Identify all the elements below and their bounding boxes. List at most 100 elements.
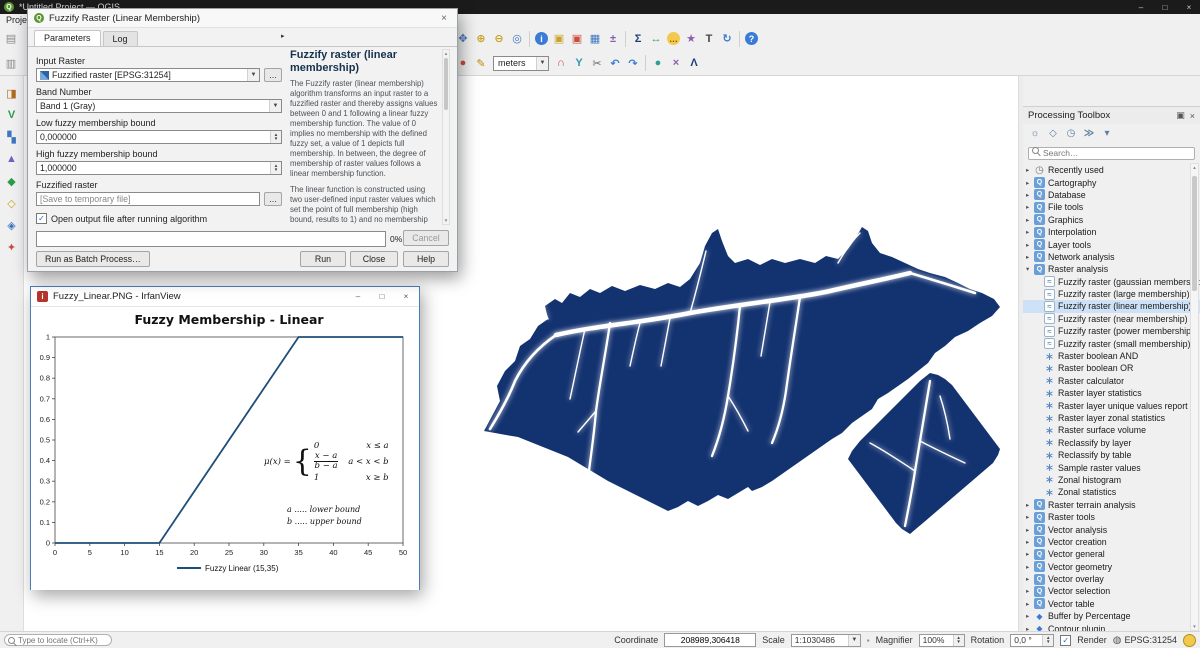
band-combo[interactable]: Band 1 (Gray) ▼ (36, 99, 282, 113)
identify-features-icon[interactable]: i (535, 32, 548, 45)
open-project-icon[interactable]: ▥ (2, 54, 20, 72)
toolbox-scrollbar[interactable]: ▲ ▼ (1190, 163, 1199, 631)
maximize-button[interactable]: □ (375, 292, 389, 301)
new-shapefile-layer-icon[interactable]: ◇ (3, 194, 21, 212)
messages-icon[interactable] (1183, 634, 1196, 647)
undo-icon[interactable]: ↶ (606, 54, 624, 72)
scrollbar-thumb[interactable] (1192, 176, 1197, 291)
zoom-in-icon[interactable]: ⊕ (472, 30, 490, 48)
toolbox-wrench-icon[interactable]: ☼ (1028, 126, 1042, 140)
high-bound-spin[interactable]: 1,000000 ▲▼ (36, 161, 282, 175)
crs-button[interactable]: ◍ EPSG:31254 (1113, 635, 1177, 646)
toolbox-group-interpolation[interactable]: ▸QInterpolation (1023, 226, 1200, 238)
style-manager-icon[interactable]: ✦ (3, 238, 21, 256)
lock-scale-icon[interactable]: ▪ (867, 636, 870, 645)
toolbox-group-vector-analysis[interactable]: ▸QVector analysis (1023, 523, 1200, 535)
help-button[interactable]: Help (403, 251, 449, 267)
toolbox-algorithm-raster-layer-zonal-statistics[interactable]: ∗Raster layer zonal statistics (1023, 412, 1200, 424)
snapping-icon[interactable]: ∩ (552, 54, 570, 72)
new-bookmark-icon[interactable]: ★ (682, 30, 700, 48)
toolbox-algorithm-raster-calculator[interactable]: ∗Raster calculator (1023, 375, 1200, 387)
toolbox-search-input[interactable] (1028, 147, 1195, 160)
tab-log[interactable]: Log (103, 31, 138, 46)
toolbox-algorithm-raster-boolean-or[interactable]: ∗Raster boolean OR (1023, 362, 1200, 374)
digitize-circle-icon[interactable]: ● (649, 54, 667, 72)
refresh-map-icon[interactable]: ↻ (718, 30, 736, 48)
panel-float-icon[interactable]: ▣ (1176, 110, 1185, 121)
locate-input[interactable] (4, 634, 112, 646)
dialog-close-icon[interactable]: × (437, 13, 451, 24)
new-geopackage-layer-icon[interactable]: ◆ (3, 172, 21, 190)
toolbox-algorithm-raster-boolean-and[interactable]: ∗Raster boolean AND (1023, 350, 1200, 362)
help-scrollbar[interactable]: ▲ ▼ (442, 49, 450, 225)
toolbox-group-buffer-by-percentage[interactable]: ▸◆Buffer by Percentage (1023, 610, 1200, 622)
toolbox-algorithm-raster-layer-statistics[interactable]: ∗Raster layer statistics (1023, 387, 1200, 399)
toolbox-history-icon[interactable]: ◷ (1064, 126, 1078, 140)
new-vector-layer-icon[interactable]: V (3, 106, 21, 124)
toolbox-group-file-tools[interactable]: ▸QFile tools (1023, 201, 1200, 213)
magnifier-spin[interactable]: 100% ▲▼ (919, 634, 965, 647)
toolbox-group-raster-tools[interactable]: ▸QRaster tools (1023, 511, 1200, 523)
toolbox-group-raster-analysis[interactable]: ▾QRaster analysis (1023, 263, 1200, 275)
data-source-manager-icon[interactable]: ◨ (3, 84, 21, 102)
vertex-tool-icon[interactable]: Y (570, 54, 588, 72)
toolbox-algorithm-fuzzify-raster-power-membership[interactable]: ≈Fuzzify raster (power membership) (1023, 325, 1200, 337)
toolbox-algorithm-reclassify-by-layer[interactable]: ∗Reclassify by layer (1023, 437, 1200, 449)
rotation-spin[interactable]: 0,0 ° ▲▼ (1010, 634, 1054, 647)
toolbox-group-vector-selection[interactable]: ▸QVector selection (1023, 585, 1200, 597)
open-output-checkbox[interactable]: ✓ (36, 213, 47, 224)
low-bound-spin[interactable]: 0,000000 ▲▼ (36, 130, 282, 144)
toolbox-group-database[interactable]: ▸QDatabase (1023, 189, 1200, 201)
scroll-up-icon[interactable]: ▲ (443, 51, 449, 56)
open-attribute-table-icon[interactable]: ▦ (586, 30, 604, 48)
toolbox-algorithm-fuzzify-raster-linear-membership[interactable]: ≈Fuzzify raster (linear membership) (1023, 300, 1200, 312)
new-raster-layer-icon[interactable]: ▚ (3, 128, 21, 146)
maximize-button[interactable]: □ (1158, 3, 1172, 12)
select-features-icon[interactable]: ▣ (550, 30, 568, 48)
input-raster-browse-button[interactable]: … (264, 68, 282, 82)
toolbox-group-raster-terrain-analysis[interactable]: ▸QRaster terrain analysis (1023, 499, 1200, 511)
deselect-features-icon[interactable]: ▣ (568, 30, 586, 48)
tab-parameters[interactable]: Parameters (34, 30, 101, 46)
toolbox-algorithm-zonal-statistics[interactable]: ∗Zonal statistics (1023, 486, 1200, 498)
spinner-arrows[interactable]: ▲▼ (953, 635, 964, 646)
render-checkbox[interactable]: ✓ (1060, 635, 1071, 646)
redo-icon[interactable]: ↷ (624, 54, 642, 72)
toolbox-group-layer-tools[interactable]: ▸QLayer tools (1023, 238, 1200, 250)
toolbox-group-vector-general[interactable]: ▸QVector general (1023, 548, 1200, 560)
toolbox-algorithm-reclassify-by-table[interactable]: ∗Reclassify by table (1023, 449, 1200, 461)
toolbox-group-recently-used[interactable]: ▸◷Recently used (1023, 164, 1200, 176)
map-tips-icon[interactable]: … (667, 32, 680, 45)
toolbox-algorithm-zonal-histogram[interactable]: ∗Zonal histogram (1023, 474, 1200, 486)
toolbox-options-icon[interactable]: ▾ (1100, 126, 1114, 140)
new-project-icon[interactable]: ▤ (2, 30, 20, 48)
run-button[interactable]: Run (300, 251, 346, 267)
toggle-editing-icon[interactable]: ✎ (472, 54, 490, 72)
toolbox-group-network-analysis[interactable]: ▸QNetwork analysis (1023, 251, 1200, 263)
minimize-button[interactable]: – (351, 292, 365, 301)
coordinate-input[interactable] (664, 633, 756, 647)
help-collapse-icon[interactable]: ▸ (281, 32, 285, 40)
new-virtual-layer-icon[interactable]: ◈ (3, 216, 21, 234)
cancel-button[interactable]: Cancel (403, 230, 449, 246)
toolbox-group-graphics[interactable]: ▸QGraphics (1023, 214, 1200, 226)
toolbox-algorithm-fuzzify-raster-large-membership[interactable]: ≈Fuzzify raster (large membership) (1023, 288, 1200, 300)
profile-tool-icon[interactable]: Λ (685, 54, 703, 72)
scroll-up-icon[interactable]: ▲ (1191, 165, 1198, 170)
help-icon[interactable]: ? (745, 32, 758, 45)
new-mesh-layer-icon[interactable]: ▲ (3, 150, 21, 168)
field-calculator-icon[interactable]: ± (604, 30, 622, 48)
measure-icon[interactable]: ↔ (647, 30, 665, 48)
zoom-full-icon[interactable]: ◎ (508, 30, 526, 48)
panel-close-icon[interactable]: × (1190, 111, 1195, 121)
toolbox-group-vector-overlay[interactable]: ▸QVector overlay (1023, 573, 1200, 585)
toolbox-models-icon[interactable]: ◇ (1046, 126, 1060, 140)
close-button[interactable]: × (1182, 3, 1196, 12)
toolbox-group-vector-geometry[interactable]: ▸QVector geometry (1023, 561, 1200, 573)
units-combo[interactable]: meters ▼ (493, 56, 549, 71)
spinner-arrows[interactable]: ▲▼ (270, 162, 281, 174)
spinner-arrows[interactable]: ▲▼ (270, 131, 281, 143)
toolbox-algorithm-raster-layer-unique-values-report[interactable]: ∗Raster layer unique values report (1023, 399, 1200, 411)
spinner-arrows[interactable]: ▲▼ (1042, 635, 1053, 646)
scrollbar-thumb[interactable] (444, 58, 448, 110)
